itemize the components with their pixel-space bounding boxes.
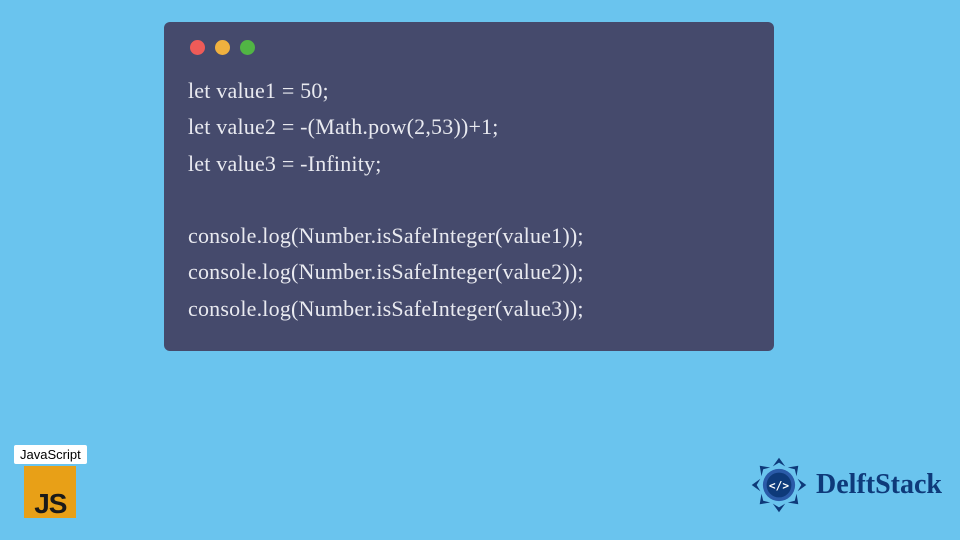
javascript-badge: JavaScript JS xyxy=(14,445,87,518)
javascript-label: JavaScript xyxy=(14,445,87,464)
window-close-icon xyxy=(190,40,205,55)
delftstack-text: DelftStack xyxy=(816,469,942,501)
code-window: let value1 = 50; let value2 = -(Math.pow… xyxy=(164,22,774,351)
delftstack-badge: </> DelftStack xyxy=(748,454,942,516)
javascript-logo-icon: JS xyxy=(24,466,76,518)
delftstack-logo-icon: </> xyxy=(748,454,810,516)
code-block: let value1 = 50; let value2 = -(Math.pow… xyxy=(188,73,750,327)
svg-text:</>: </> xyxy=(769,479,789,492)
javascript-logo-text: JS xyxy=(34,488,66,520)
window-maximize-icon xyxy=(240,40,255,55)
window-minimize-icon xyxy=(215,40,230,55)
window-traffic-lights xyxy=(188,40,750,55)
